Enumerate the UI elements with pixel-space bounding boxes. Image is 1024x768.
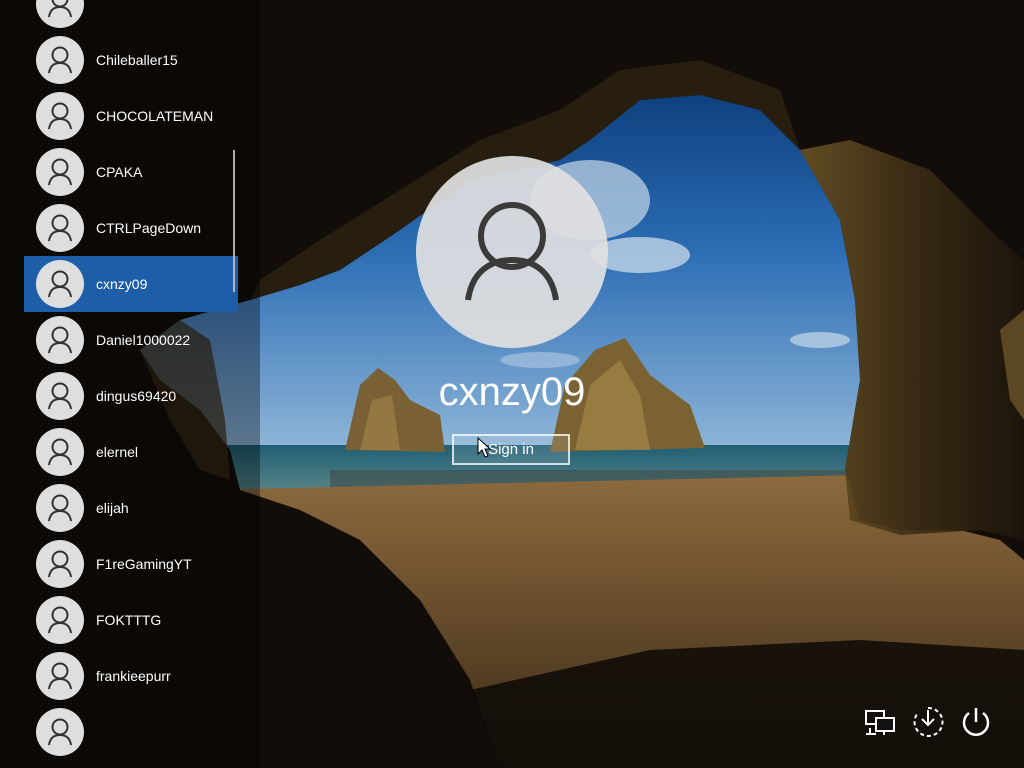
user-list-item[interactable]: elijah bbox=[24, 480, 238, 536]
user-list-item[interactable]: Daniel1000022 bbox=[24, 312, 238, 368]
user-list-item[interactable]: CHOCOLATEMAN bbox=[24, 88, 238, 144]
user-icon bbox=[48, 0, 72, 18]
user-avatar bbox=[36, 204, 84, 252]
user-avatar bbox=[36, 92, 84, 140]
user-list-item[interactable]: cxnzy09 bbox=[24, 256, 238, 312]
sign-in-button[interactable]: Sign in bbox=[452, 434, 570, 465]
user-avatar bbox=[36, 260, 84, 308]
user-name-label: CTRLPageDown bbox=[96, 220, 202, 236]
user-icon bbox=[48, 662, 72, 690]
user-name-label: dingus69420 bbox=[96, 388, 177, 404]
user-avatar bbox=[36, 596, 84, 644]
selected-account-name: cxnzy09 bbox=[438, 370, 586, 414]
user-icon bbox=[48, 718, 72, 746]
user-icon bbox=[465, 202, 559, 301]
user-avatar bbox=[36, 148, 84, 196]
user-list-item[interactable]: F1reGamingYT bbox=[24, 536, 238, 592]
user-name-label: cxnzy09 bbox=[96, 276, 148, 292]
user-list-item[interactable] bbox=[24, 0, 238, 32]
user-avatar bbox=[36, 372, 84, 420]
user-avatar bbox=[36, 484, 84, 532]
user-icon bbox=[48, 326, 72, 354]
user-avatar bbox=[36, 652, 84, 700]
power-icon[interactable] bbox=[958, 704, 994, 740]
user-name-label: Chileballer15 bbox=[96, 52, 178, 68]
selected-user-avatar bbox=[416, 156, 608, 348]
user-avatar bbox=[36, 36, 84, 84]
user-icon bbox=[48, 606, 72, 634]
user-icon bbox=[48, 102, 72, 130]
user-icon bbox=[48, 46, 72, 74]
user-list-item[interactable]: frankieepurr bbox=[24, 648, 238, 704]
user-name-label: elijah bbox=[96, 500, 129, 516]
user-list-item[interactable]: FOKTTTG bbox=[24, 592, 238, 648]
user-avatar bbox=[36, 428, 84, 476]
user-icon bbox=[48, 382, 72, 410]
user-list-item[interactable]: dingus69420 bbox=[24, 368, 238, 424]
user-name-label: CPAKA bbox=[96, 164, 143, 180]
mouse-cursor-icon bbox=[477, 437, 491, 458]
user-list-item[interactable]: elernel bbox=[24, 424, 238, 480]
user-name-label: elernel bbox=[96, 444, 139, 460]
user-icon bbox=[48, 494, 72, 522]
user-list-item[interactable]: Chileballer15 bbox=[24, 32, 238, 88]
user-avatar bbox=[36, 0, 84, 28]
user-icon bbox=[48, 214, 72, 242]
user-icon bbox=[48, 438, 72, 466]
user-name-label: CHOCOLATEMAN bbox=[96, 108, 214, 124]
user-list-item[interactable]: CPAKA bbox=[24, 144, 238, 200]
user-avatar bbox=[36, 540, 84, 588]
ease-of-access-icon[interactable] bbox=[910, 704, 946, 740]
user-icon bbox=[48, 270, 72, 298]
user-name-label: FOKTTTG bbox=[96, 612, 162, 628]
user-list-item[interactable] bbox=[24, 704, 238, 760]
user-account-list: Chileballer15 CHOCOLATEMAN CPAKA CTRLPageDo… bbox=[24, 0, 239, 768]
user-list-scrollbar[interactable] bbox=[233, 150, 235, 292]
user-list-item[interactable]: CTRLPageDown bbox=[24, 200, 238, 256]
user-icon bbox=[48, 550, 72, 578]
user-icon bbox=[48, 158, 72, 186]
user-avatar bbox=[36, 316, 84, 364]
user-avatar bbox=[36, 708, 84, 756]
user-name-label: frankieepurr bbox=[96, 668, 171, 684]
network-icon[interactable] bbox=[862, 704, 898, 740]
user-name-label: Daniel1000022 bbox=[96, 332, 191, 348]
user-name-label: F1reGamingYT bbox=[96, 556, 192, 572]
